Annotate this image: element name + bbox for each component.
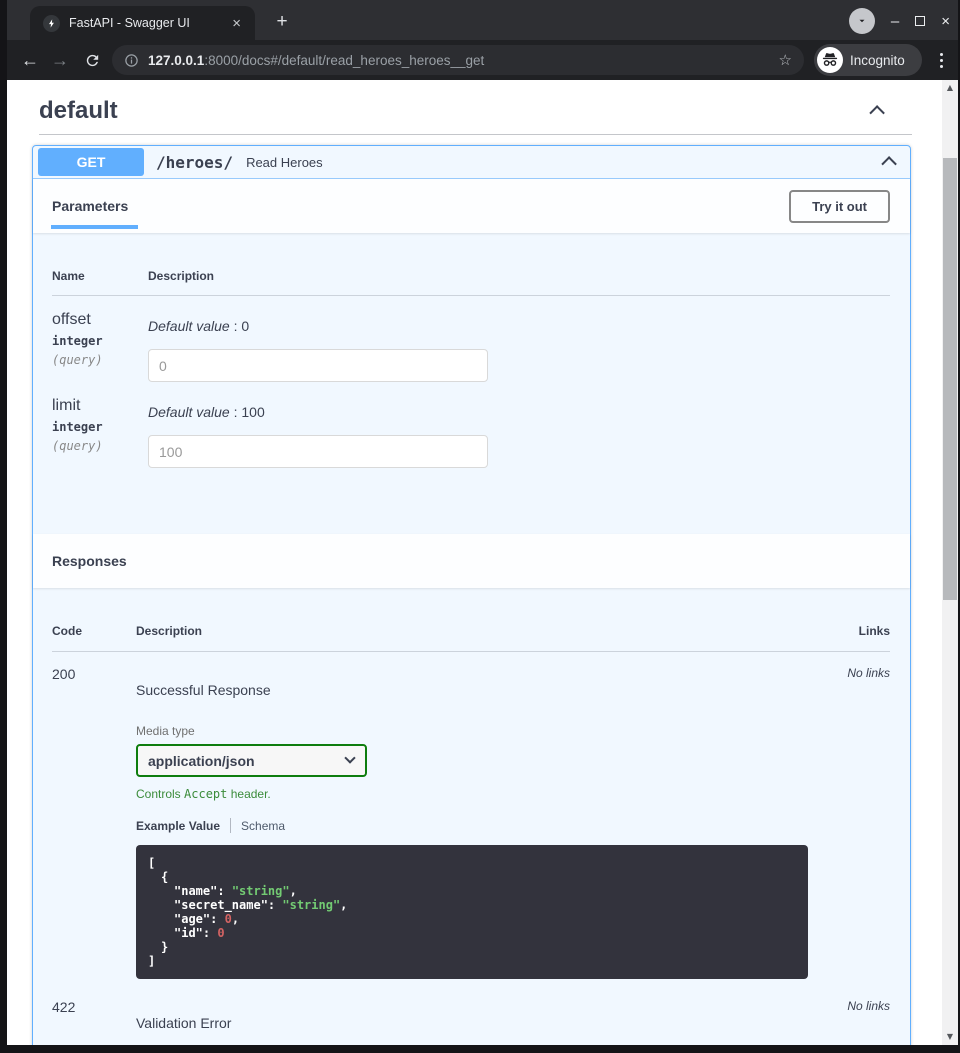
response-description: Validation Error (136, 999, 826, 1031)
endpoint-path: /heroes/ (156, 153, 233, 172)
responses-title: Responses (52, 553, 127, 569)
param-location: (query) (52, 439, 148, 453)
opblock-summary[interactable]: GET /heroes/ Read Heroes (33, 146, 910, 179)
param-type: integer (52, 420, 148, 434)
page-viewport: default GET /heroes/ Read Heroes Paramet… (7, 80, 942, 1045)
site-info-icon[interactable] (124, 53, 139, 68)
tab-divider (230, 818, 231, 833)
param-limit-input[interactable] (148, 435, 488, 468)
tab-parameters[interactable]: Parameters (52, 198, 128, 214)
scrollbar-thumb[interactable] (943, 158, 957, 600)
media-type-select[interactable]: application/json (136, 744, 367, 777)
tag-title: default (39, 97, 118, 125)
incognito-icon (817, 47, 843, 73)
address-bar[interactable]: 127.0.0.1:8000/docs#/default/read_heroes… (112, 45, 804, 75)
forward-button-icon[interactable]: → (45, 51, 75, 69)
col-header-links: Links (826, 624, 890, 638)
col-header-description: Description (136, 624, 826, 638)
try-it-out-button[interactable]: Try it out (789, 190, 890, 223)
tag-section-header[interactable]: default (39, 80, 912, 135)
new-tab-button[interactable]: + (269, 9, 295, 35)
browser-toolbar: ← → 127.0.0.1:8000/docs#/default/read_he… (7, 40, 958, 80)
back-button-icon[interactable]: ← (15, 51, 45, 69)
response-code: 200 (52, 666, 136, 979)
window-maximize-button[interactable] (915, 16, 925, 26)
window-minimize-button[interactable]: – (891, 14, 899, 29)
bookmark-star-icon[interactable]: ☆ (779, 51, 792, 69)
browser-menu-icon[interactable] (936, 49, 947, 72)
url-host: 127.0.0.1 (148, 53, 204, 68)
param-default: Default value : 0 (148, 318, 890, 334)
incognito-label: Incognito (850, 53, 905, 68)
tab-example-value[interactable]: Example Value (136, 819, 220, 833)
parameters-header: Parameters Try it out (33, 179, 910, 233)
endpoint-summary: Read Heroes (246, 155, 885, 170)
response-row-200: 200 Successful Response Media type appli… (52, 652, 890, 979)
browser-titlebar: FastAPI - Swagger UI × + – × (7, 0, 958, 40)
tab-schema[interactable]: Schema (241, 819, 285, 833)
col-header-name: Name (52, 269, 148, 283)
col-header-description: Description (148, 269, 890, 283)
param-default: Default value : 100 (148, 404, 890, 420)
incognito-badge: Incognito (814, 44, 922, 76)
media-type-select-wrap: application/json (136, 744, 367, 777)
param-type: integer (52, 334, 148, 348)
controls-accept-note: Controls Accept header. (136, 787, 826, 801)
example-schema-tabs: Example Value Schema (136, 818, 826, 833)
scrollbar-up-icon[interactable]: ▲ (942, 81, 958, 95)
response-code: 422 (52, 999, 136, 1031)
tab-search-icon[interactable] (849, 8, 875, 34)
parameters-table: Name Description offset integer (query) … (33, 233, 910, 534)
reload-button-icon[interactable] (77, 52, 107, 69)
collapse-tag-chevron-icon[interactable] (869, 105, 885, 121)
url-text: 127.0.0.1:8000/docs#/default/read_heroes… (148, 53, 771, 68)
tab-title: FastAPI - Swagger UI (69, 16, 219, 30)
url-path: :8000/docs#/default/read_heroes_heroes__… (204, 53, 484, 68)
response-links: No links (826, 666, 890, 979)
param-location: (query) (52, 353, 148, 367)
responses-header: Responses (33, 534, 910, 588)
param-offset-input[interactable] (148, 349, 488, 382)
example-json-block[interactable]: [ { "name": "string", "secret_name": "st… (136, 845, 808, 979)
parameter-row-offset: offset integer (query) Default value : 0 (52, 296, 890, 382)
tab-close-icon[interactable]: × (228, 14, 245, 33)
fastapi-favicon-icon (43, 15, 60, 32)
browser-tab[interactable]: FastAPI - Swagger UI × (30, 6, 255, 40)
page-scrollbar[interactable]: ▲ ▼ (942, 80, 958, 1045)
method-badge: GET (38, 148, 144, 176)
scrollbar-down-icon[interactable]: ▼ (942, 1030, 958, 1044)
responses-table: Code Description Links 200 Successful Re… (33, 588, 910, 1045)
parameter-row-limit: limit integer (query) Default value : 10… (52, 382, 890, 468)
col-header-code: Code (52, 624, 136, 638)
opblock-get-heroes: GET /heroes/ Read Heroes Parameters Try … (32, 145, 911, 1045)
response-links: No links (826, 999, 890, 1031)
response-description: Successful Response (136, 666, 826, 698)
window-close-button[interactable]: × (941, 14, 950, 29)
param-name: offset (52, 311, 148, 329)
media-type-label: Media type (136, 724, 826, 738)
param-name: limit (52, 397, 148, 415)
response-row-422: 422 Validation Error No links (52, 979, 890, 1045)
